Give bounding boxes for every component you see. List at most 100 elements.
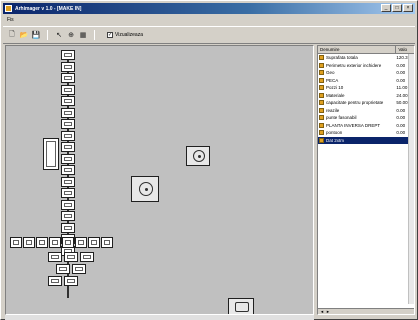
canvas-component[interactable] <box>88 237 100 248</box>
properties-list: Suprafata totala 120.3 Perimetru exterior … <box>318 54 414 144</box>
canvas-component[interactable] <box>61 176 75 187</box>
canvas-component[interactable] <box>43 138 59 170</box>
grid-icon[interactable]: ▦ <box>78 30 88 40</box>
list-item[interactable]: Geo 0.00 <box>318 69 414 77</box>
item-name: capacitate pentru proprietate <box>326 100 384 106</box>
checkbox-box[interactable]: ✓ <box>107 32 113 38</box>
canvas-device-right[interactable] <box>186 146 210 166</box>
window-controls: _ □ × <box>381 4 413 12</box>
list-item[interactable]: Dat 2xtm <box>318 136 414 144</box>
canvas-component[interactable] <box>61 165 75 175</box>
maximize-button[interactable]: □ <box>392 4 402 12</box>
title-bar[interactable]: Arhimager v 1.0 - [MAKE IN] _ □ × <box>3 3 415 14</box>
canvas-component[interactable] <box>61 199 75 210</box>
canvas-device-bottom[interactable] <box>228 298 254 314</box>
list-item[interactable]: PLANTA INVERSA DREPT 0.00 <box>318 122 414 130</box>
item-icon <box>319 137 324 143</box>
canvas-component[interactable] <box>72 264 86 274</box>
canvas-component[interactable] <box>61 107 75 118</box>
list-item[interactable]: Suprafata totala 120.3 <box>318 54 414 62</box>
design-canvas[interactable] <box>5 45 314 315</box>
canvas-component[interactable] <box>61 153 75 164</box>
list-header: Denumire Valo <box>318 46 414 54</box>
close-button[interactable]: × <box>403 4 413 12</box>
list-item[interactable]: PECA 0.00 <box>318 77 414 85</box>
item-name: Dat 2xtm <box>326 137 345 143</box>
item-icon <box>319 62 324 68</box>
item-icon <box>319 115 324 121</box>
item-icon <box>319 77 324 83</box>
list-item[interactable]: capacitate pentru proprietate 50.00 <box>318 99 414 107</box>
properties-panel: Denumire Valo Suprafata totala 120.3 Perim… <box>317 45 415 315</box>
canvas-component[interactable] <box>75 237 87 248</box>
visualize-checkbox[interactable]: ✓ Vizualizeaza <box>107 32 143 38</box>
window-title: Arhimager v 1.0 - [MAKE IN] <box>15 5 82 12</box>
menu-item-file[interactable]: Fis <box>7 17 14 23</box>
list-item[interactable]: reazile 0.00 <box>318 107 414 115</box>
list-item[interactable]: Materiale 24.00 <box>318 92 414 100</box>
panel-vertical-scrollbar[interactable] <box>408 54 414 304</box>
canvas-component[interactable] <box>61 211 75 221</box>
canvas-component[interactable] <box>49 237 61 248</box>
zoom-icon[interactable]: ⊕ <box>66 30 76 40</box>
canvas-component[interactable] <box>10 237 22 248</box>
item-icon <box>319 107 324 113</box>
canvas-component[interactable] <box>61 130 75 141</box>
app-window: Arhimager v 1.0 - [MAKE IN] _ □ × Fis 🗋 … <box>0 0 418 320</box>
canvas-component[interactable] <box>56 264 70 274</box>
item-name: Pozzi 10 <box>326 85 344 91</box>
canvas-component[interactable] <box>36 237 48 248</box>
scroll-left-icon[interactable]: ◄ <box>320 309 324 314</box>
menu-bar: Fis <box>3 15 415 24</box>
canvas-component[interactable] <box>61 188 75 198</box>
item-name: PECA <box>326 77 339 83</box>
canvas-horizontal-scrollbar[interactable] <box>5 315 314 320</box>
canvas-component[interactable] <box>101 237 113 248</box>
canvas-component[interactable] <box>61 84 75 95</box>
checkbox-label: Vizualizeaza <box>115 32 143 38</box>
app-icon <box>5 5 12 12</box>
canvas-component[interactable] <box>61 61 75 72</box>
canvas-component[interactable] <box>61 222 75 233</box>
canvas-component[interactable] <box>80 252 94 262</box>
item-name: punte fasonabil <box>326 115 357 121</box>
item-name: reazile <box>326 107 340 113</box>
item-name: Materiale <box>326 92 345 98</box>
canvas-component[interactable] <box>48 276 62 286</box>
item-icon <box>319 100 324 106</box>
column-header-value[interactable]: Valo <box>396 46 414 53</box>
canvas-component[interactable] <box>62 237 74 248</box>
new-icon[interactable]: 🗋 <box>7 30 17 40</box>
canvas-component[interactable] <box>61 73 75 83</box>
save-icon[interactable]: 💾 <box>31 30 41 40</box>
pointer-icon[interactable]: ↖ <box>54 30 64 40</box>
item-name: Suprafata totala <box>326 55 358 61</box>
item-icon <box>319 85 324 91</box>
item-icon <box>319 92 324 98</box>
item-name: PLANTA INVERSA DREPT <box>326 122 381 128</box>
open-icon[interactable]: 📂 <box>19 30 29 40</box>
canvas-device-center[interactable] <box>131 176 159 202</box>
item-icon <box>319 55 324 61</box>
toolbar-separator <box>94 30 95 40</box>
minimize-button[interactable]: _ <box>381 4 391 12</box>
canvas-component[interactable] <box>23 237 35 248</box>
list-item[interactable]: Perimetru exterior inchidere 0.00 <box>318 62 414 70</box>
canvas-component[interactable] <box>61 96 75 106</box>
canvas-component[interactable] <box>64 252 78 262</box>
item-icon <box>319 122 324 128</box>
canvas-component[interactable] <box>64 276 78 286</box>
canvas-component[interactable] <box>61 142 75 152</box>
list-item[interactable]: Pozzi 10 11.00 <box>318 84 414 92</box>
canvas-component[interactable] <box>61 119 75 129</box>
canvas-component[interactable] <box>61 50 75 60</box>
canvas-component[interactable] <box>48 252 62 262</box>
panel-horizontal-scrollbar[interactable]: ◄ ► <box>318 308 414 314</box>
item-icon <box>319 130 324 136</box>
column-header-name[interactable]: Denumire <box>318 46 397 53</box>
list-item[interactable]: pontoon 0.00 <box>318 129 414 137</box>
item-name: pontoon <box>326 130 343 136</box>
list-item[interactable]: punte fasonabil 0.00 <box>318 114 414 122</box>
item-name: Geo <box>326 70 335 76</box>
scroll-right-icon[interactable]: ► <box>326 309 330 314</box>
